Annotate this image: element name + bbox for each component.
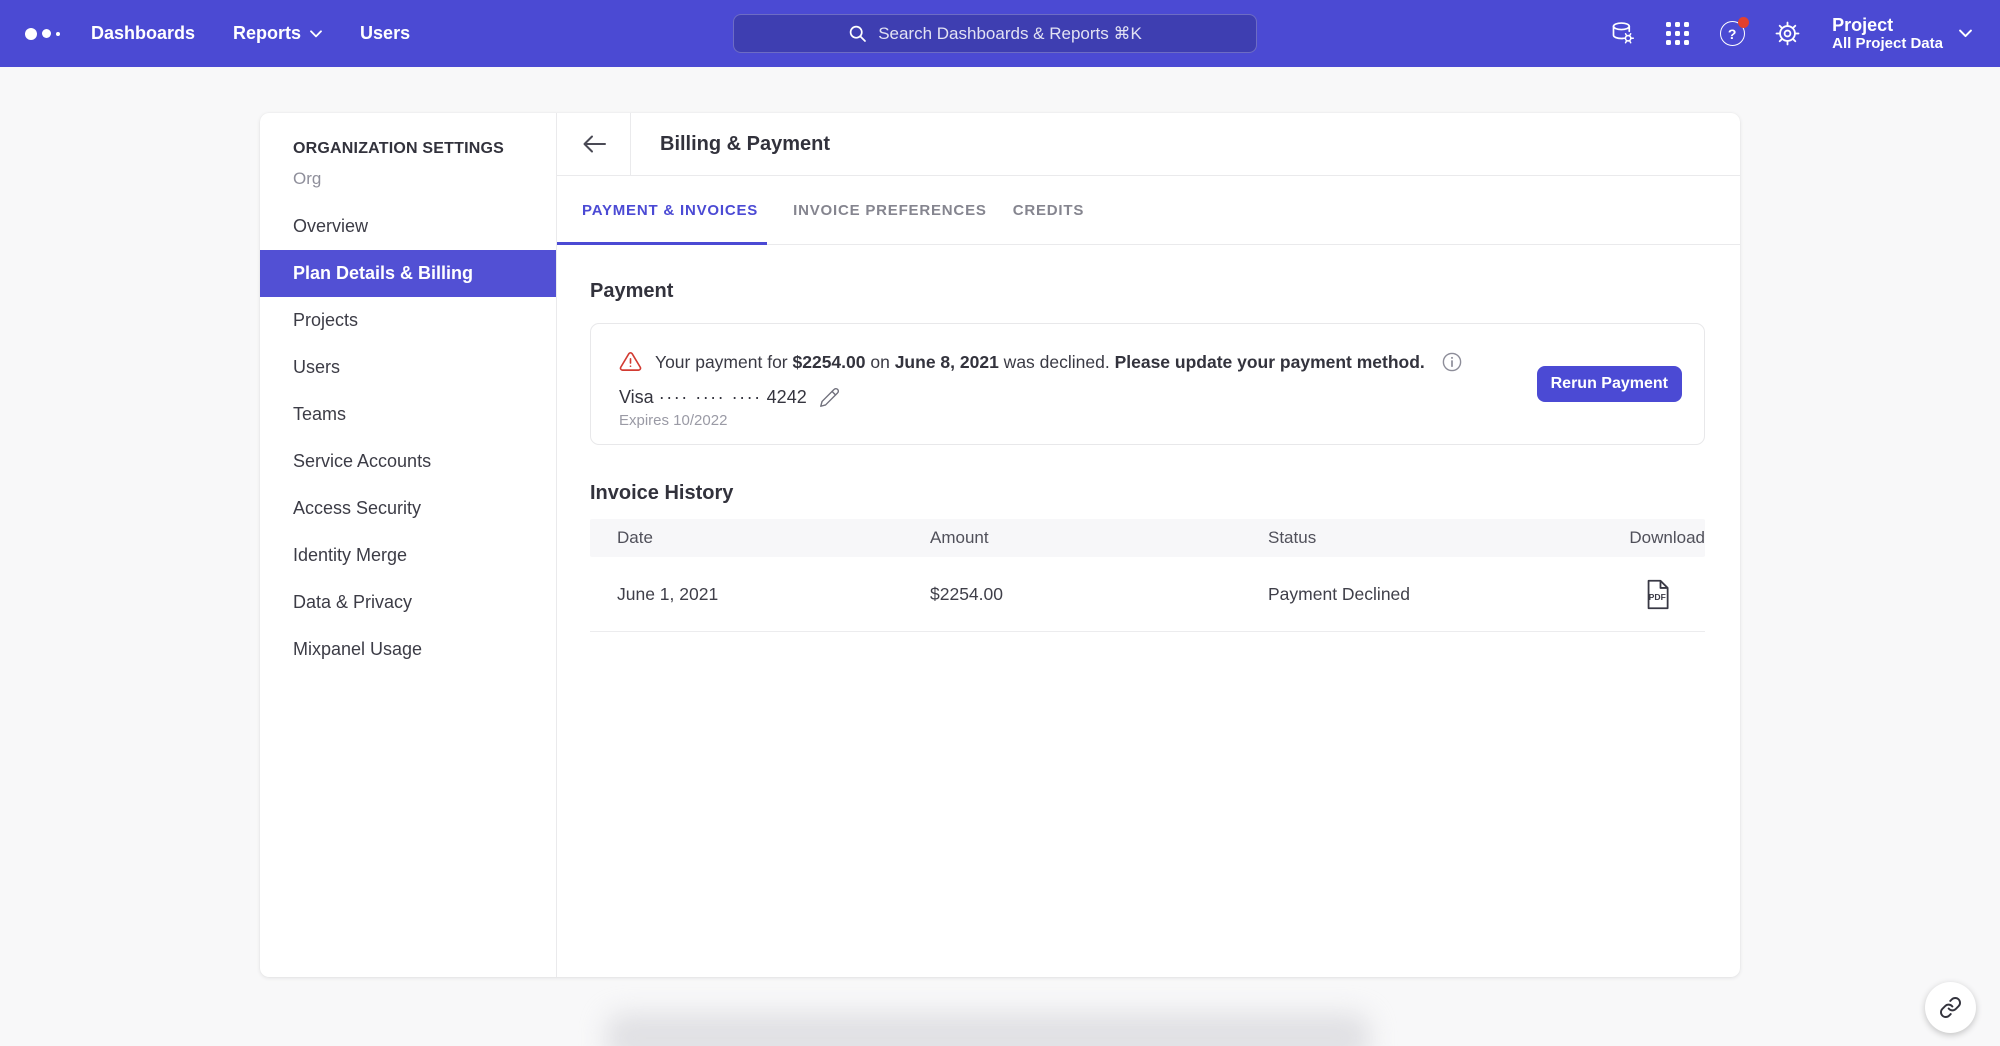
project-name: All Project Data <box>1832 35 1943 52</box>
nav-link-users[interactable]: Users <box>360 23 410 44</box>
warning-triangle-icon <box>619 350 642 373</box>
search-input[interactable]: Search Dashboards & Reports ⌘K <box>733 14 1257 53</box>
logo-dot <box>25 28 37 40</box>
org-name: Org <box>293 168 536 190</box>
sidebar-item-label: Access Security <box>293 498 421 519</box>
sidebar-item-projects[interactable]: Projects <box>260 297 556 344</box>
card-expiry: Expires 10/2022 <box>619 412 1676 430</box>
declined-payment-alert: Your payment for $2254.00 on June 8, 202… <box>619 350 1676 373</box>
sidebar-item-label: Service Accounts <box>293 451 431 472</box>
nav-link-label: Dashboards <box>91 23 195 44</box>
sidebar-item-identity-merge[interactable]: Identity Merge <box>260 532 556 579</box>
nav-links: Dashboards Reports Users <box>91 23 410 44</box>
navbar-right: ? Project All Project Data <box>1608 0 1972 67</box>
sidebar-item-mixpanel-usage[interactable]: Mixpanel Usage <box>260 626 556 673</box>
sidebar-item-label: Teams <box>293 404 346 425</box>
nav-link-reports[interactable]: Reports <box>233 23 322 44</box>
alert-text: Your payment for $2254.00 on June 8, 202… <box>655 351 1425 373</box>
sidebar-item-label: Mixpanel Usage <box>293 639 422 660</box>
bottom-blur-artifact <box>606 1013 1370 1046</box>
pdf-label: PDF <box>1649 591 1666 601</box>
logo-dot <box>56 32 60 36</box>
settings-sidebar: ORGANIZATION SETTINGS Org Overview Plan … <box>260 113 557 977</box>
sidebar-item-plan-details-billing[interactable]: Plan Details & Billing <box>260 250 556 297</box>
sidebar-nav: Overview Plan Details & Billing Projects… <box>260 203 556 673</box>
invoice-amount: $2254.00 <box>930 584 1268 605</box>
tab-invoice-preferences[interactable]: INVOICE PREFERENCES <box>793 176 987 244</box>
invoice-date: June 1, 2021 <box>590 584 930 605</box>
payment-section-title: Payment <box>590 279 1705 303</box>
settings-gear-icon[interactable] <box>1773 20 1801 48</box>
payment-alert-card: Your payment for $2254.00 on June 8, 202… <box>590 323 1705 445</box>
back-button[interactable] <box>557 113 631 175</box>
sidebar-item-access-security[interactable]: Access Security <box>260 485 556 532</box>
navbar-left: Dashboards Reports Users <box>25 0 410 67</box>
sidebar-item-label: Projects <box>293 310 358 331</box>
nav-link-dashboards[interactable]: Dashboards <box>91 23 195 44</box>
column-header-status: Status <box>1268 528 1555 548</box>
sidebar-item-label: Users <box>293 357 340 378</box>
tab-credits[interactable]: CREDITS <box>1013 176 1084 244</box>
search-placeholder: Search Dashboards & Reports ⌘K <box>878 24 1142 44</box>
settings-main: Billing & Payment PAYMENT & INVOICES INV… <box>557 113 1740 977</box>
database-gear-glyph <box>1609 20 1636 47</box>
invoice-table-header: Date Amount Status Download <box>590 519 1705 557</box>
page-title: Billing & Payment <box>631 113 830 175</box>
invoice-table: Date Amount Status Download June 1, 2021… <box>590 519 1705 632</box>
invoice-row: June 1, 2021 $2254.00 Payment Declined <box>590 557 1705 632</box>
tab-payment-invoices[interactable]: PAYMENT & INVOICES <box>557 176 767 244</box>
apps-grid-glyph <box>1666 22 1689 45</box>
card-summary: Visa ···· ···· ···· 4242 <box>619 386 807 408</box>
invoice-history-title: Invoice History <box>590 481 1705 505</box>
app-canvas: Dashboards Reports Users Search Dashboar… <box>0 0 2000 1046</box>
column-header-download: Download <box>1555 528 1705 548</box>
chevron-down-icon <box>310 30 322 38</box>
tab-content: Payment Your payment for $2254.00 on Jun… <box>557 245 1740 977</box>
sidebar-item-label: Plan Details & Billing <box>293 263 473 284</box>
edit-pencil-icon[interactable] <box>819 387 840 408</box>
sidebar-item-label: Identity Merge <box>293 545 407 566</box>
sidebar-item-teams[interactable]: Teams <box>260 391 556 438</box>
info-icon[interactable] <box>1442 352 1462 372</box>
help-icon[interactable]: ? <box>1718 20 1746 48</box>
chevron-down-icon <box>1959 29 1972 38</box>
gear-glyph <box>1774 20 1801 47</box>
logo-dot <box>42 29 51 38</box>
sidebar-section-title: ORGANIZATION SETTINGS <box>293 139 536 159</box>
sidebar-header: ORGANIZATION SETTINGS Org <box>260 139 556 190</box>
payment-method-row: Visa ···· ···· ···· 4242 <box>619 386 1676 408</box>
arrow-left-icon <box>581 133 607 155</box>
top-navbar: Dashboards Reports Users Search Dashboar… <box>0 0 2000 67</box>
rerun-payment-button[interactable]: Rerun Payment <box>1537 366 1682 402</box>
apps-grid-icon[interactable] <box>1663 20 1691 48</box>
copy-link-button[interactable] <box>1925 982 1976 1033</box>
search-icon <box>848 24 867 43</box>
download-pdf-button[interactable]: PDF <box>1644 579 1671 610</box>
sidebar-item-overview[interactable]: Overview <box>260 203 556 250</box>
page-header: Billing & Payment <box>557 113 1740 176</box>
data-management-icon[interactable] <box>1608 20 1636 48</box>
link-icon <box>1939 996 1962 1019</box>
notification-badge <box>1738 17 1749 28</box>
sidebar-item-data-privacy[interactable]: Data & Privacy <box>260 579 556 626</box>
tab-bar: PAYMENT & INVOICES INVOICE PREFERENCES C… <box>557 176 1740 245</box>
pdf-file-icon: PDF <box>1644 579 1671 610</box>
project-switcher[interactable]: Project All Project Data <box>1832 15 1972 52</box>
sidebar-item-label: Overview <box>293 216 368 237</box>
sidebar-item-label: Data & Privacy <box>293 592 412 613</box>
sidebar-item-users[interactable]: Users <box>260 344 556 391</box>
mixpanel-logo-icon[interactable] <box>25 28 77 40</box>
nav-link-label: Reports <box>233 23 301 44</box>
sidebar-item-service-accounts[interactable]: Service Accounts <box>260 438 556 485</box>
settings-panel: ORGANIZATION SETTINGS Org Overview Plan … <box>260 113 1740 977</box>
project-switcher-labels: Project All Project Data <box>1832 15 1943 52</box>
column-header-amount: Amount <box>930 528 1268 548</box>
nav-link-label: Users <box>360 23 410 44</box>
project-label: Project <box>1832 15 1943 35</box>
column-header-date: Date <box>590 528 930 548</box>
invoice-status: Payment Declined <box>1268 584 1555 605</box>
